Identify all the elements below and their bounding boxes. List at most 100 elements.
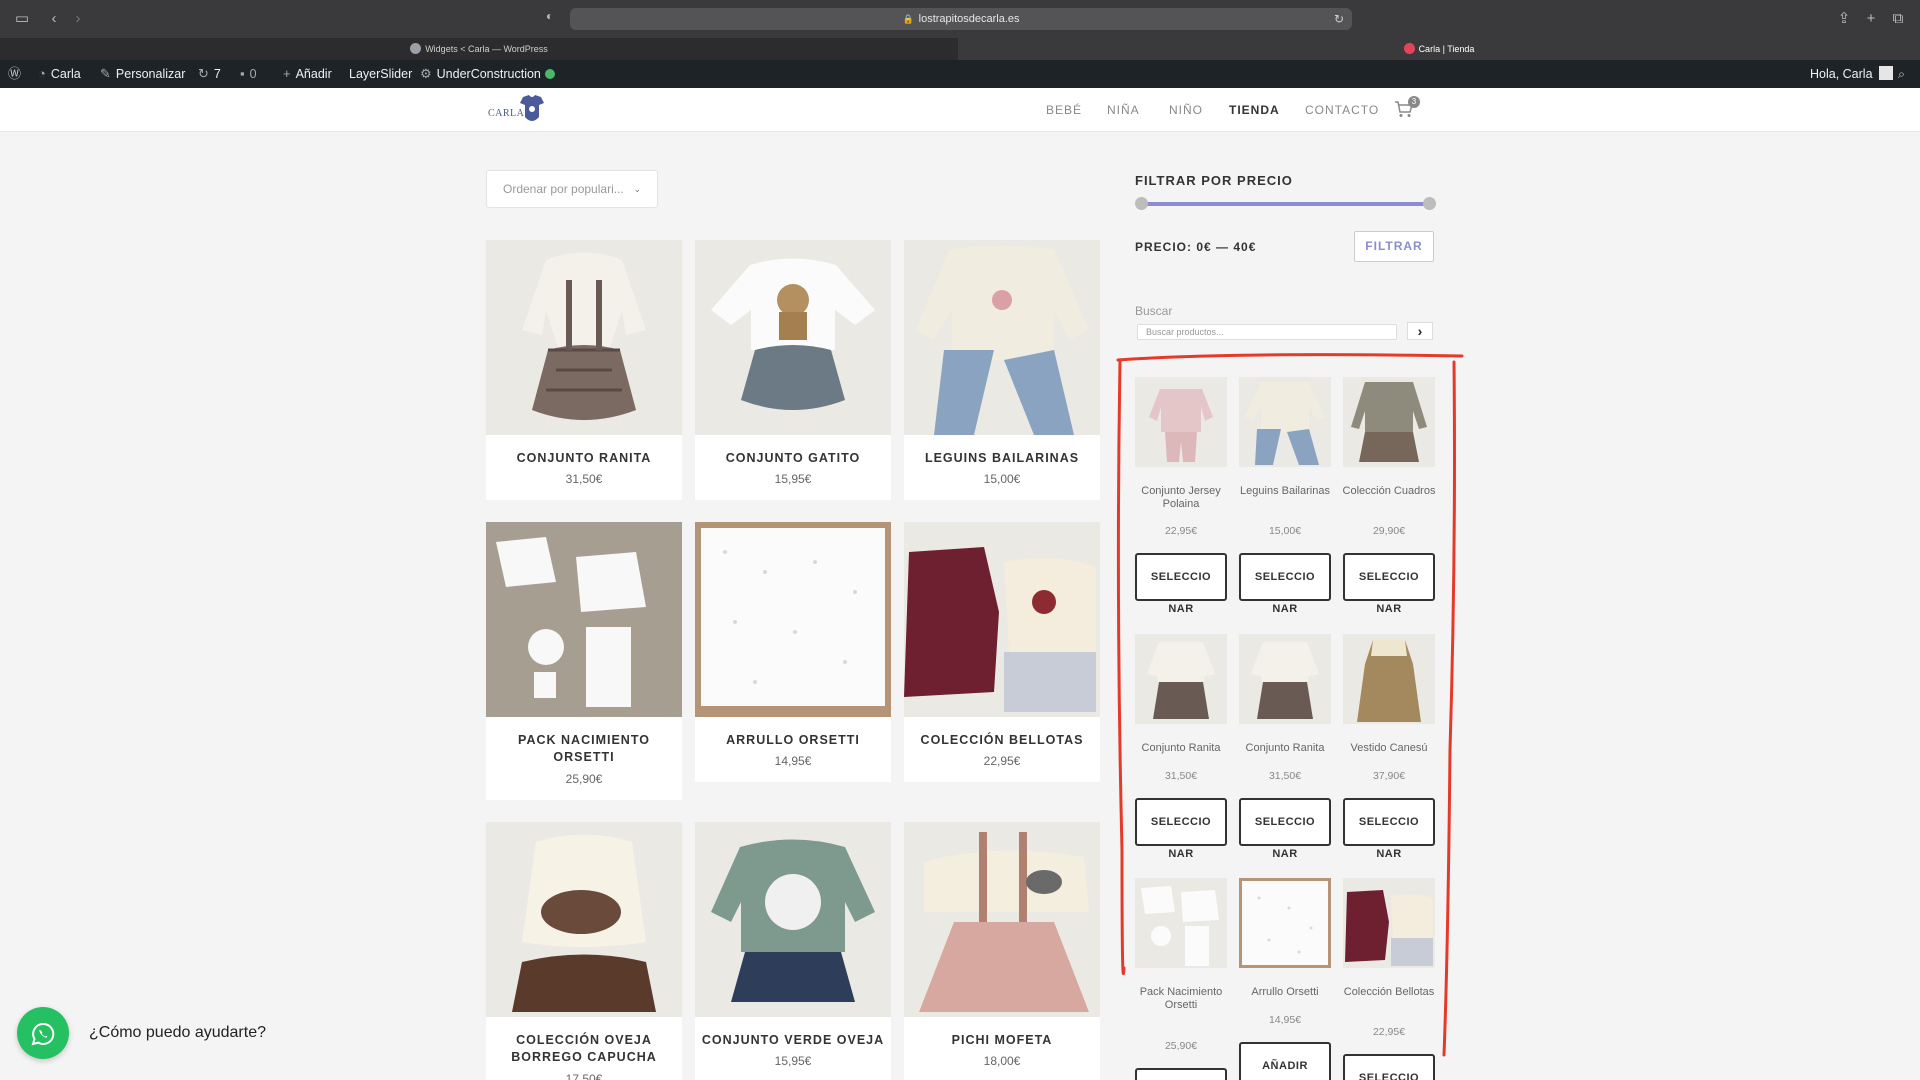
mini-product-name[interactable]: Conjunto Ranita <box>1235 742 1335 755</box>
product-card[interactable]: PICHI MOFETA 18,00€ <box>904 822 1100 1080</box>
search-submit-button[interactable]: › <box>1407 322 1433 340</box>
admin-search-icon[interactable]: ⌕ <box>1898 60 1905 88</box>
share-icon[interactable]: ⇪ <box>1834 9 1854 29</box>
product-image[interactable] <box>486 822 682 1017</box>
product-name[interactable]: CONJUNTO GATITO <box>701 450 885 467</box>
mini-product-name[interactable]: Conjunto Ranita <box>1131 742 1231 755</box>
admin-layerslider-link[interactable]: LayerSlider <box>349 60 412 88</box>
admin-account-link[interactable]: Hola, Carla <box>1810 60 1893 88</box>
select-options-button[interactable]: SELECCIO <box>1343 798 1435 846</box>
dashboard-icon: ◔ <box>38 66 46 81</box>
tab-tienda-label: Carla | Tienda <box>1418 44 1475 54</box>
product-image[interactable] <box>904 522 1100 717</box>
mini-product-image[interactable] <box>1135 634 1227 724</box>
admin-add-link[interactable]: + Añadir <box>283 60 332 88</box>
product-card[interactable]: LEGUINS BAILARINAS 15,00€ <box>904 240 1100 500</box>
product-card[interactable]: CONJUNTO GATITO 15,95€ <box>695 240 891 500</box>
filter-button[interactable]: FILTRAR <box>1354 231 1434 262</box>
product-name[interactable]: PACK NACIMIENTO ORSETTI <box>492 732 676 766</box>
mini-product-image[interactable] <box>1135 377 1227 467</box>
forward-icon[interactable]: › <box>68 9 88 29</box>
admin-underconstruction-link[interactable]: ⚙ UnderConstruction <box>420 60 555 88</box>
product-price: 18,00€ <box>983 1054 1021 1068</box>
new-tab-icon[interactable]: + <box>1861 9 1881 29</box>
select-options-button[interactable]: SELECCIO <box>1239 798 1331 846</box>
mini-product-name[interactable]: Colección Bellotas <box>1339 986 1439 999</box>
product-card[interactable]: PACK NACIMIENTO ORSETTI 25,90€ <box>486 522 682 800</box>
product-image[interactable] <box>695 822 891 1017</box>
product-card[interactable]: CONJUNTO RANITA 31,50€ <box>486 240 682 500</box>
mini-product-name[interactable]: Pack Nacimiento Orsetti <box>1131 986 1231 1012</box>
select-options-button[interactable]: SELECCIO <box>1135 553 1227 601</box>
product-card[interactable]: COLECCIÓN BELLOTAS 22,95€ <box>904 522 1100 782</box>
price-slider-track[interactable] <box>1140 202 1430 206</box>
admin-customize-link[interactable]: ✎ Personalizar <box>100 60 185 88</box>
site-logo[interactable]: CARLA <box>488 92 548 126</box>
tab-tienda[interactable]: Carla | Tienda <box>958 38 1920 60</box>
select-options-button[interactable] <box>1135 1068 1227 1080</box>
admin-site-link[interactable]: ◔ Carla <box>38 60 81 88</box>
select-options-button[interactable]: SELECCIO <box>1343 553 1435 601</box>
sidebar-toggle-icon[interactable]: ▭ <box>12 9 32 29</box>
reload-icon[interactable]: ↻ <box>1334 8 1344 30</box>
select-options-button-overflow: NAR <box>1376 848 1402 860</box>
whatsapp-chat-button[interactable] <box>17 1007 69 1059</box>
sort-select[interactable]: Ordenar por populari... ⌄ <box>486 170 658 208</box>
price-slider-min-handle[interactable] <box>1135 197 1148 210</box>
mini-product-image[interactable] <box>1343 634 1435 724</box>
cart-count-badge: 3 <box>1408 96 1420 108</box>
tab-widgets[interactable]: Widgets < Carla — WordPress <box>0 38 958 60</box>
product-image[interactable] <box>904 822 1100 1017</box>
product-name[interactable]: CONJUNTO VERDE OVEJA <box>701 1032 885 1049</box>
product-image[interactable] <box>486 240 682 435</box>
product-card[interactable]: COLECCIÓN OVEJA BORREGO CAPUCHA 17,50€ <box>486 822 682 1080</box>
product-name[interactable]: LEGUINS BAILARINAS <box>910 450 1094 467</box>
admin-updates-link[interactable]: ↻ 7 <box>198 60 221 88</box>
select-options-button[interactable]: SELECCIO <box>1239 553 1331 601</box>
mini-product-image[interactable] <box>1239 377 1331 467</box>
nav-nino[interactable]: NIÑO <box>1169 88 1203 132</box>
nav-nina[interactable]: NIÑA <box>1107 88 1140 132</box>
product-image[interactable] <box>695 240 891 435</box>
privacy-shield-icon[interactable]: ◐ <box>546 9 560 23</box>
mini-product-image[interactable] <box>1343 377 1435 467</box>
select-options-button[interactable]: SELECCIO <box>1343 1054 1435 1080</box>
nav-tienda[interactable]: TIENDA <box>1229 88 1280 132</box>
product-name[interactable]: COLECCIÓN OVEJA BORREGO CAPUCHA <box>492 1032 676 1066</box>
product-name[interactable]: COLECCIÓN BELLOTAS <box>910 732 1094 749</box>
product-image[interactable] <box>904 240 1100 435</box>
product-name[interactable]: ARRULLO ORSETTI <box>701 732 885 749</box>
mini-product-name[interactable]: Arrullo Orsetti <box>1235 986 1335 999</box>
mini-product-price: 29,90€ <box>1372 525 1406 537</box>
chat-prompt[interactable]: ¿Cómo puedo ayudarte? <box>89 1024 266 1042</box>
product-image[interactable] <box>695 522 891 717</box>
back-icon[interactable]: ‹ <box>44 9 64 29</box>
product-name[interactable]: PICHI MOFETA <box>910 1032 1094 1049</box>
add-to-cart-button[interactable]: AÑADIR <box>1239 1042 1331 1080</box>
tab-overview-icon[interactable]: ⧉ <box>1888 9 1908 29</box>
mini-product-image[interactable] <box>1239 634 1331 724</box>
tab-widgets-label: Widgets < Carla — WordPress <box>425 44 548 54</box>
product-card[interactable]: CONJUNTO VERDE OVEJA 15,95€ <box>695 822 891 1080</box>
product-image[interactable] <box>486 522 682 717</box>
plus-icon: + <box>283 66 291 81</box>
mini-product-name[interactable]: Colección Cuadros <box>1339 485 1439 498</box>
wordpress-favicon-icon <box>410 43 422 54</box>
nav-bebe[interactable]: BEBÉ <box>1046 88 1082 132</box>
nav-contacto[interactable]: CONTACTO <box>1305 88 1379 132</box>
select-options-button[interactable]: SELECCIO <box>1135 798 1227 846</box>
mini-product-price: 15,00€ <box>1268 525 1302 537</box>
address-bar[interactable]: 🔒 lostrapitosdecarla.es ↻ <box>570 8 1352 30</box>
mini-product-name[interactable]: Leguins Bailarinas <box>1235 485 1335 498</box>
product-card[interactable]: ARRULLO ORSETTI 14,95€ <box>695 522 891 782</box>
mini-product-image[interactable] <box>1239 878 1331 968</box>
mini-product-name[interactable]: Vestido Canesú <box>1339 742 1439 755</box>
price-slider-max-handle[interactable] <box>1423 197 1436 210</box>
mini-product-image[interactable] <box>1135 878 1227 968</box>
admin-comments-link[interactable]: ▪ 0 <box>240 60 257 88</box>
mini-product-image[interactable] <box>1343 878 1435 968</box>
mini-product-name[interactable]: Conjunto Jersey Polaina <box>1131 485 1231 511</box>
search-input[interactable]: Buscar productos... <box>1137 324 1397 340</box>
product-name[interactable]: CONJUNTO RANITA <box>492 450 676 467</box>
wordpress-logo-icon[interactable]: Ⓦ <box>8 60 26 88</box>
